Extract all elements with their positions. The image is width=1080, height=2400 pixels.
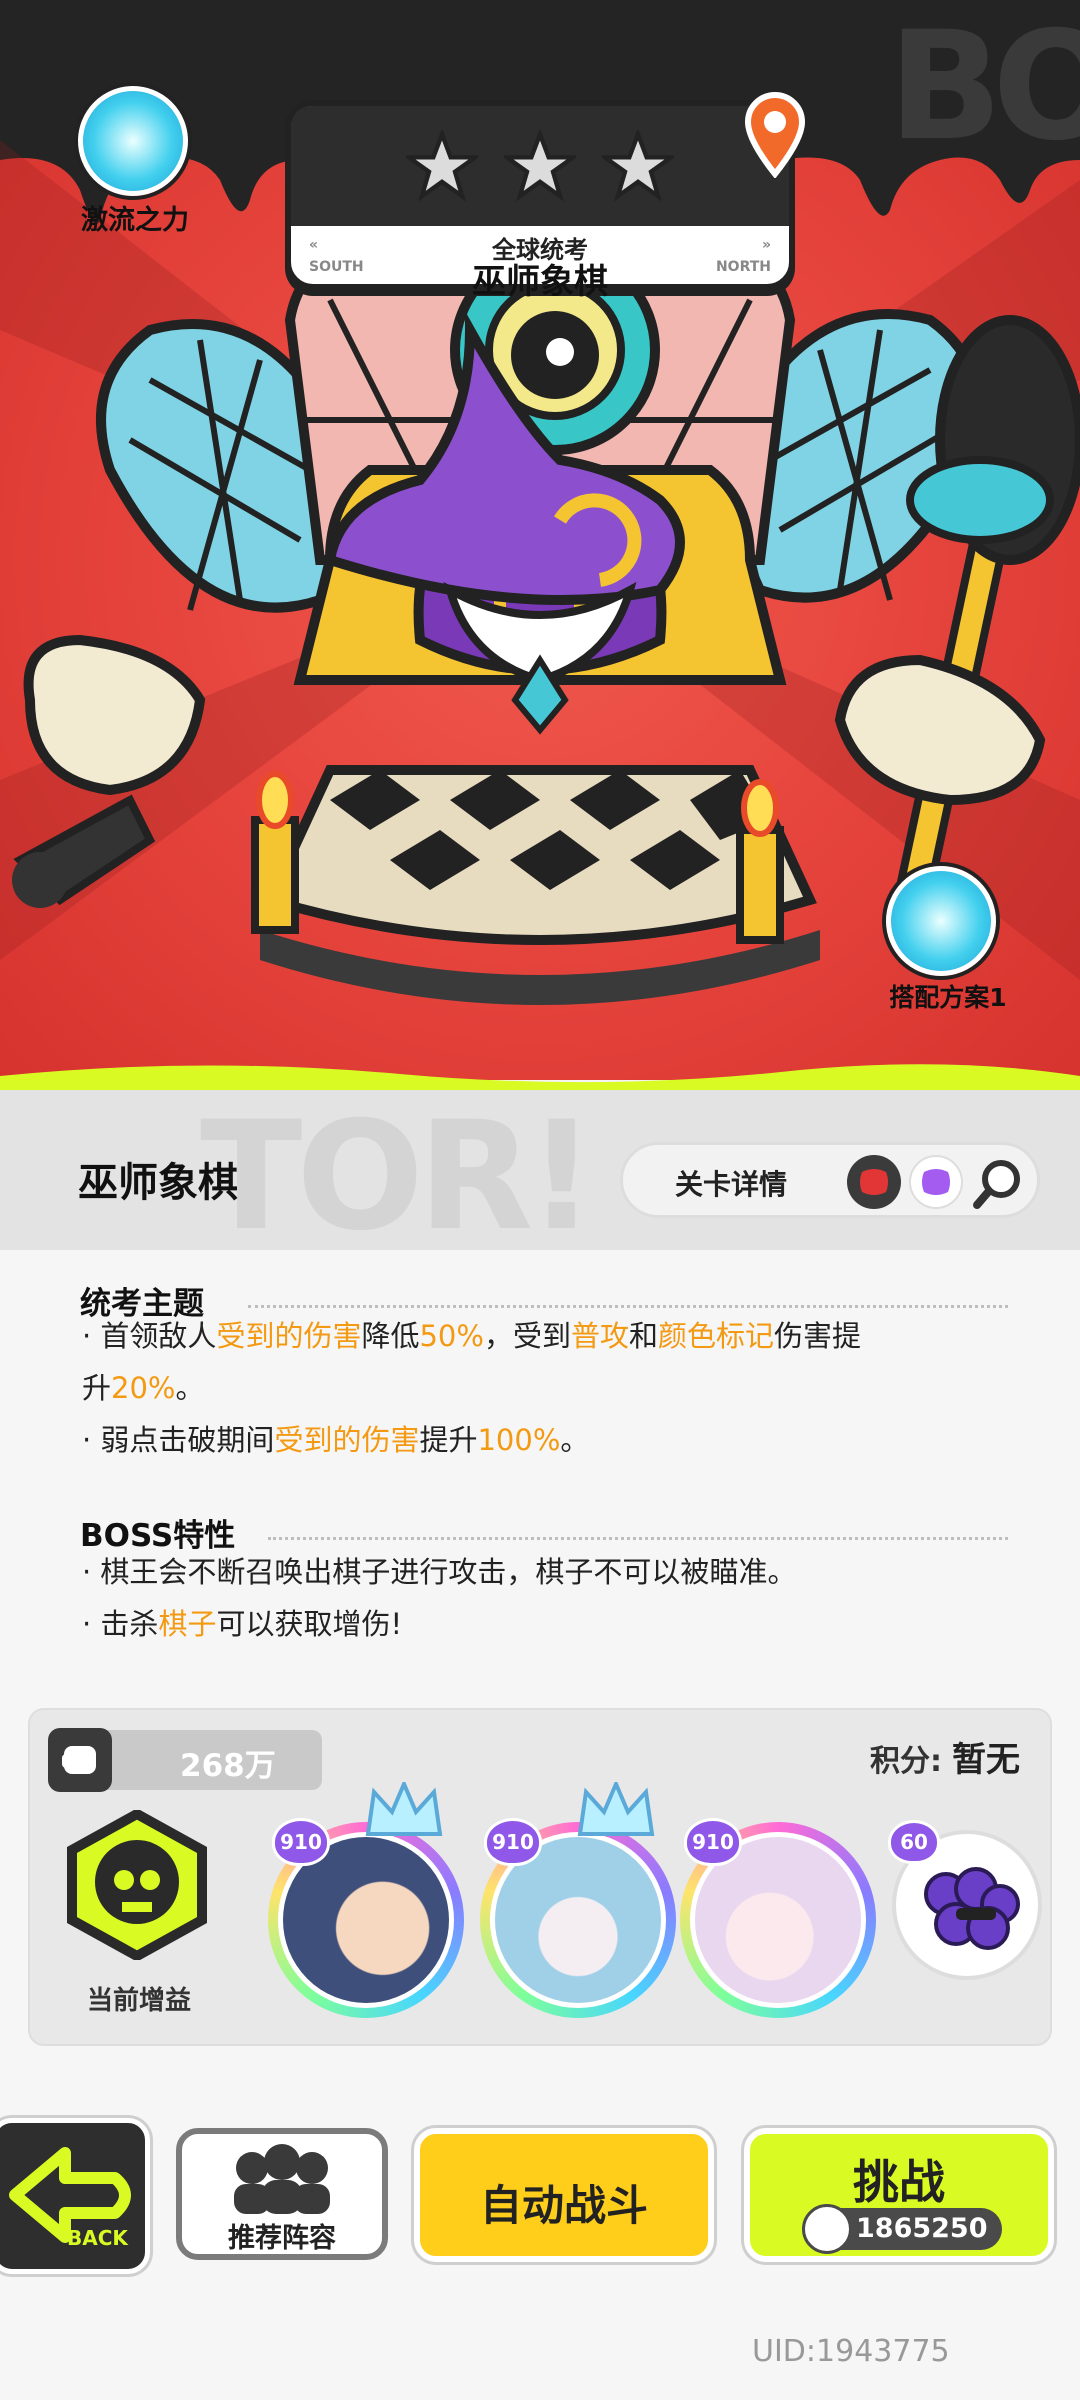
power-badge[interactable]: 激流之力 [60,80,210,240]
stage-name: 巫师象棋 [472,262,608,302]
theme-bullet-cont: 升20%。 [82,1362,1012,1414]
text-segment: 提升 [419,1423,478,1457]
highlighted-term: 受到的伤害 [216,1319,362,1353]
text-segment: 伤害提 [774,1319,862,1353]
star-rating [291,106,789,226]
score-display: 积分: 暂无 [870,1732,1020,1781]
hero-level: 910 [684,1818,742,1866]
theme-bullet: · 首领敌人受到的伤害降低50%，受到普攻和颜色标记伤害提 [82,1310,1012,1362]
skull-buff-icon [67,1810,207,1960]
stage-details-label: 关卡详情 [675,1168,788,1201]
star-icon [602,130,674,202]
pet-slot[interactable]: 60 [888,1820,1042,1980]
current-buff-button[interactable]: 当前增益 [44,1810,234,2016]
score-value: 暂无 [952,1740,1020,1780]
map-pin-icon[interactable] [738,88,812,178]
team-power: 268万 [48,1728,322,1792]
swirl-icon [886,866,996,976]
highlighted-term: 受到的伤害 [274,1423,420,1457]
highlighted-term: 棋子 [158,1607,217,1641]
user-id: UID:1943775 [752,2334,950,2369]
red-marker-icon [847,1155,901,1209]
team-card: 268万 积分: 暂无 当前增益 910 910 910 60 [28,1708,1052,2046]
divider [268,1537,1008,1540]
star-icon [504,130,576,202]
swirl-icon [78,86,188,196]
highlighted-term: 20% [111,1371,176,1405]
loadout-plan-label: 搭配方案1 [889,983,1007,1012]
app-root: { "stage": { "name": "巫师象棋", "category":… [0,0,1080,2400]
highlighted-term: 50% [419,1319,484,1353]
back-button[interactable]: BACK [0,2118,150,2274]
highlighted-term: 颜色标记 [657,1319,774,1353]
crown-icon [577,1782,655,1836]
highlighted-term: 普攻 [570,1319,629,1353]
recommended-team-label: 推荐阵容 [228,2223,336,2254]
theme-bullet: · 弱点击破期间受到的伤害提升100%。 [82,1414,1012,1466]
watermark-lettering: TOR! [200,1090,596,1250]
boss-bullet: · 棋王会不断召唤出棋子进行攻击，棋子不可以被瞄准。 [82,1546,1012,1598]
team-silhouette-icon [234,2144,330,2214]
score-label: 积分: [870,1744,942,1779]
text-segment: 和 [628,1319,658,1353]
team-power-value: 268万 [180,1748,276,1784]
loadout-plan-badge[interactable]: 搭配方案1 [868,860,1018,1020]
fist-icon [48,1728,112,1792]
purple-marker-icon [909,1155,963,1209]
highlighted-term: 100% [477,1423,561,1457]
star-icon [406,130,478,202]
panel-stage-title: 巫师象棋 [78,1160,238,1206]
recommended-power-value: 1865250 [856,2213,988,2244]
crown-icon [365,1782,443,1836]
text-segment: · 弱点击破期间 [82,1423,275,1457]
boss-bullet: · 击杀棋子可以获取增伤! [82,1598,1012,1650]
boss-artwork: BO « SOUTH » NORTH 全球统考 巫师象棋 激流之力 搭配方案1 [0,0,1080,1080]
text-segment: 。 [560,1423,590,1457]
hero-slot-2[interactable]: 910 [480,1782,676,2018]
panel-header: TOR! 巫师象棋 关卡详情 [0,1090,1080,1250]
current-buff-label: 当前增益 [86,1986,191,2016]
text-segment: ，受到 [483,1319,571,1353]
stage-details-button[interactable]: 关卡详情 [620,1142,1040,1218]
back-label: BACK [67,2226,129,2250]
text-segment: 升 [82,1371,112,1405]
text-segment: · 棋王会不断召唤出棋子进行攻击，棋子不可以被瞄准。 [82,1555,797,1589]
text-segment: 降低 [361,1319,420,1353]
recommended-power: 1865250 [802,2204,1002,2254]
auto-battle-label: 自动战斗 [479,2181,648,2230]
hero-level: 910 [484,1818,542,1866]
pet-level: 60 [888,1820,940,1864]
text-segment: · 击杀 [82,1607,159,1641]
auto-battle-button[interactable]: 自动战斗 [414,2128,714,2262]
text-segment: · 首领敌人 [82,1319,217,1353]
recommended-team-button[interactable]: 推荐阵容 [176,2128,388,2260]
hero-slot-1[interactable]: 910 [268,1782,464,2018]
power-badge-label: 激流之力 [81,205,189,236]
fist-icon [802,2204,852,2254]
magnifier-icon [973,1160,1020,1209]
back-arrow-icon: BACK [9,2147,131,2250]
text-segment: 可以获取增伤! [216,1607,403,1641]
divider [248,1305,1008,1308]
challenge-label: 挑战 [853,2155,945,2209]
text-segment: 。 [175,1371,205,1405]
hero-slot-3[interactable]: 910 [680,1818,876,2018]
hero-level: 910 [272,1818,330,1866]
stage-plaque: «SOUTH » NORTH 全球统考 巫师象棋 [285,100,795,302]
challenge-button[interactable]: 挑战 1865250 [744,2128,1054,2262]
